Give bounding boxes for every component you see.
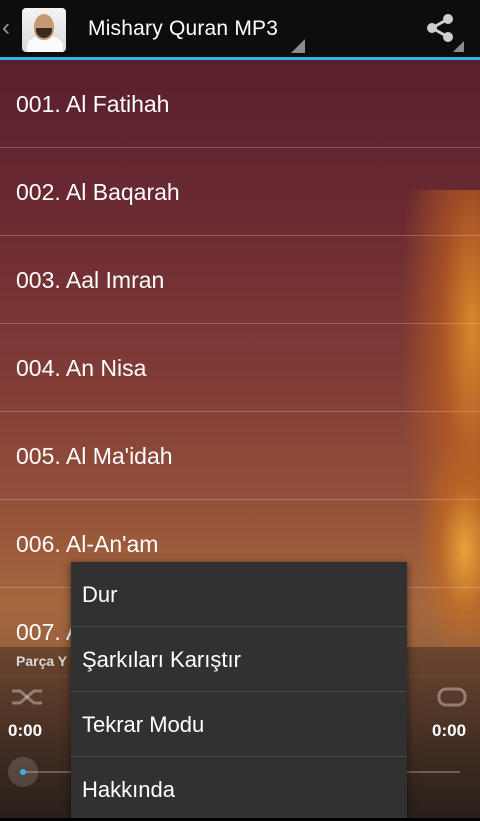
overflow-indicator xyxy=(453,41,464,52)
shuffle-icon[interactable] xyxy=(10,685,46,709)
list-item[interactable]: 002. Al Baqarah xyxy=(0,148,480,236)
list-item-label: 001. Al Fatihah xyxy=(16,91,170,117)
list-item[interactable]: 005. Al Ma'idah xyxy=(0,412,480,500)
list-item[interactable]: 001. Al Fatihah xyxy=(0,60,480,148)
list-item-label: 004. An Nisa xyxy=(16,355,147,381)
list-item-label: 003. Aal Imran xyxy=(16,267,165,293)
list-item-label: 002. Al Baqarah xyxy=(16,179,180,205)
list-item-label: 006. Al-An'am xyxy=(16,531,159,557)
menu-item-stop[interactable]: Dur xyxy=(71,562,407,627)
menu-item-about[interactable]: Hakkında xyxy=(71,757,407,821)
repeat-icon[interactable] xyxy=(436,685,468,709)
total-time: 0:00 xyxy=(432,721,467,740)
list-item[interactable]: 004. An Nisa xyxy=(0,324,480,412)
menu-item-label: Dur xyxy=(82,582,118,607)
overflow-menu: Dur Şarkıları Karıştır Tekrar Modu Hakkı… xyxy=(71,562,407,818)
up-caret-icon[interactable]: ‹ xyxy=(2,14,10,42)
menu-item-repeat-mode[interactable]: Tekrar Modu xyxy=(71,692,407,757)
list-item-label: 005. Al Ma'idah xyxy=(16,443,173,469)
seek-thumb[interactable] xyxy=(8,757,38,787)
share-icon xyxy=(427,14,453,42)
menu-item-label: Şarkıları Karıştır xyxy=(82,647,241,672)
app-avatar-icon[interactable] xyxy=(22,8,66,52)
app-title[interactable]: Mishary Quran MP3 xyxy=(88,17,278,41)
menu-item-label: Hakkında xyxy=(82,777,175,802)
menu-item-label: Tekrar Modu xyxy=(82,712,205,737)
elapsed-time: 0:00 xyxy=(8,721,43,740)
track-label: Parça Y xyxy=(16,653,68,669)
action-bar: ‹ Mishary Quran MP3 xyxy=(0,0,480,60)
title-dropdown-indicator xyxy=(291,39,305,53)
menu-item-shuffle[interactable]: Şarkıları Karıştır xyxy=(71,627,407,692)
list-item[interactable]: 003. Aal Imran xyxy=(0,236,480,324)
